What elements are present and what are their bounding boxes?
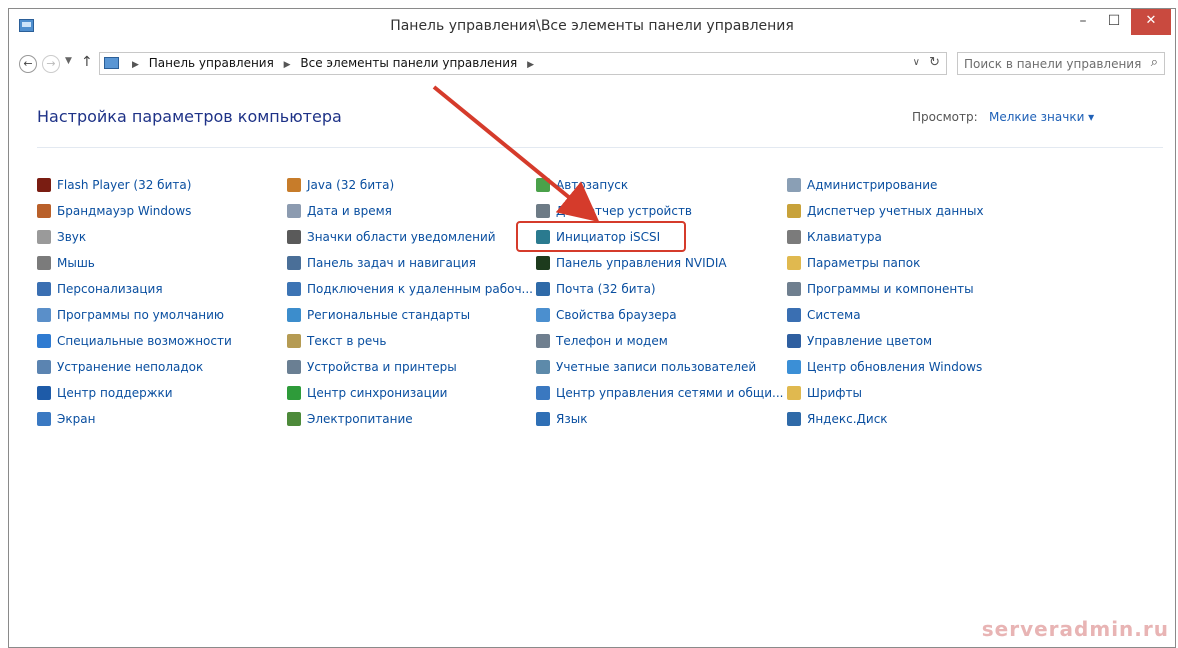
watermark: serveradmin.ru xyxy=(981,617,1169,641)
control-panel-window: Панель управления\Все элементы панели уп… xyxy=(8,8,1176,648)
annotation-arrow-icon xyxy=(432,85,600,223)
